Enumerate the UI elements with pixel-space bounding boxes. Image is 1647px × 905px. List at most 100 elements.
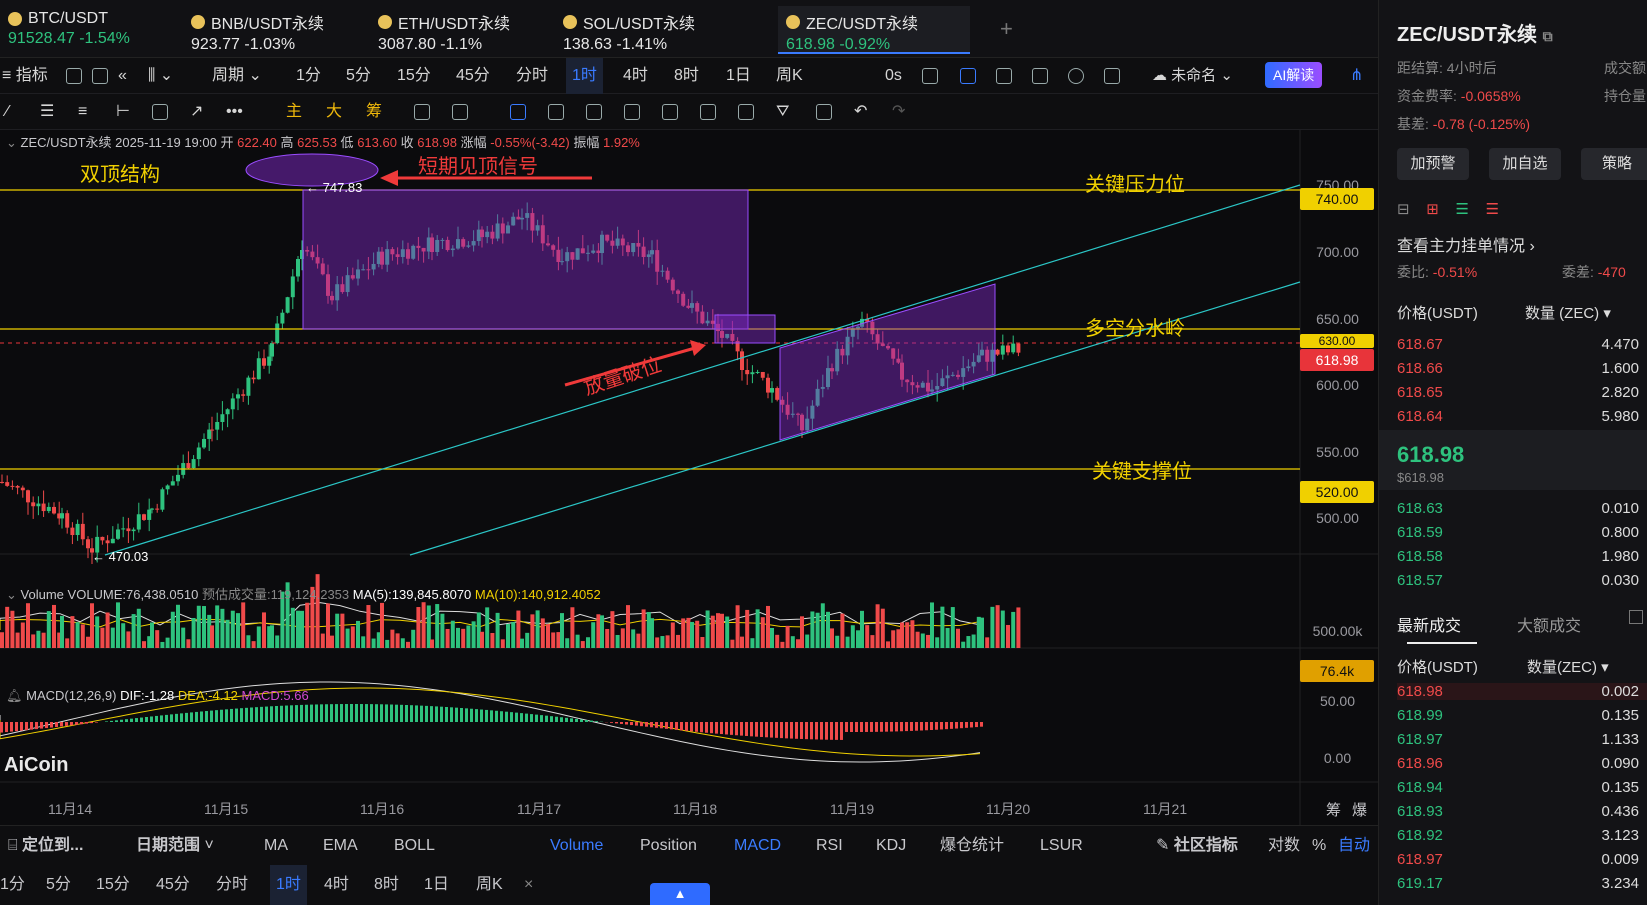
indicator-ema[interactable]: EMA [323,826,358,866]
camera-icon[interactable] [922,68,938,84]
percent-scale-toggle[interactable]: % [1312,826,1326,866]
grid-icon[interactable] [92,68,108,84]
bell-icon[interactable]: 🔔︎ [6,688,23,703]
book-split-icon[interactable]: ⊞ [1426,201,1439,218]
filter-icon[interactable]: ⛛ [776,94,789,130]
ai-interpret-button[interactable]: AI解读 [1265,62,1323,88]
layout-name-dropdown[interactable]: ☁ 未命名 ⌄ [1152,58,1233,94]
bid-row[interactable]: 618.63 0.010 [1397,500,1647,517]
ticker-tab-zec[interactable]: ZEC/USDT永续 618.98 -0.92% [778,6,970,54]
add-alert-button[interactable]: 加预警 [1397,148,1469,180]
line-tool-icon[interactable]: ⁄ [6,94,9,130]
bid-row[interactable]: 618.59 0.800 [1397,524,1647,541]
close-icon[interactable]: × [524,865,533,905]
interval-1d[interactable]: 1日 [424,865,449,905]
interval-5m[interactable]: 5分 [46,865,71,905]
indicator-kdj[interactable]: KDJ [876,826,906,866]
pen-icon[interactable] [960,68,976,84]
interval-1m[interactable]: 1分 [0,865,25,905]
arrow-tool-icon[interactable]: ↗ [190,94,203,130]
interval-4h[interactable]: 4时 [324,865,349,905]
trade-row[interactable]: 618.97 1.133 [1397,731,1647,748]
book-asks-icon[interactable]: ☰ [1486,201,1499,218]
interval-45m[interactable]: 45分 [156,865,190,905]
liquidation-toggle[interactable]: 爆 [1352,799,1367,820]
filter-checkbox[interactable] [1629,610,1643,624]
trades-qty-dropdown[interactable]: 数量(ZEC) ▾ [1527,656,1609,677]
log-scale-toggle[interactable]: 对数 [1268,826,1300,866]
magnet-icon[interactable] [624,104,640,120]
rewind-icon[interactable]: « [118,58,127,94]
interval-45m[interactable]: 45分 [456,58,490,94]
indicator-rsi[interactable]: RSI [816,826,843,866]
trade-row[interactable]: 618.96 0.090 [1397,755,1647,772]
link-icon[interactable] [738,104,754,120]
interval-1w[interactable]: 周K [476,865,503,905]
comment-icon[interactable] [996,68,1012,84]
interval-1m[interactable]: 1分 [296,58,321,94]
hide-icon[interactable] [700,104,716,120]
community-indicators-button[interactable]: ✎ 社区指标 [1156,826,1238,866]
period-dropdown[interactable]: 周期 ⌄ [212,58,262,94]
auto-scale-toggle[interactable]: 自动 [1338,826,1370,866]
redo-icon[interactable]: ↷ [892,94,905,130]
ruler-icon[interactable] [548,104,564,120]
interval-8h[interactable]: 8时 [674,58,699,94]
ticker-tab-sol[interactable]: SOL/USDT永续 138.63 -1.41% [555,6,703,54]
undo-icon[interactable]: ↶ [854,94,867,130]
qty-unit-dropdown[interactable]: 数量 (ZEC) ▾ [1525,302,1611,323]
interval-8h[interactable]: 8时 [374,865,399,905]
ask-row[interactable]: 618.64 5.980 [1397,408,1647,425]
indicator-lsur[interactable]: LSUR [1040,826,1083,866]
ask-row[interactable]: 618.65 2.820 [1397,384,1647,401]
interval-5m[interactable]: 5分 [346,58,371,94]
layout-icon[interactable] [66,68,82,84]
ask-row[interactable]: 618.66 1.600 [1397,360,1647,377]
interval-15m[interactable]: 15分 [397,58,431,94]
collapse-panel-icon[interactable]: ▲ [650,883,710,905]
chip-button[interactable]: 筹 [366,94,382,130]
interval-1d[interactable]: 1日 [726,58,751,94]
chip-toggle[interactable]: 筹 [1326,799,1341,820]
indicator-liquidation[interactable]: 爆仓统计 [940,826,1004,866]
trade-row[interactable]: 618.97 0.009 [1397,851,1647,868]
trash-icon[interactable] [816,104,832,120]
interval-1h[interactable]: 1时 [270,865,307,905]
strategy-button[interactable]: 策略 [1581,148,1647,180]
ask-row[interactable]: 618.67 4.470 [1397,336,1647,353]
more-tools-icon[interactable]: ••• [226,94,243,130]
indicator-position[interactable]: Position [640,826,697,866]
trade-row[interactable]: 618.92 3.123 [1397,827,1647,844]
bid-row[interactable]: 618.57 0.030 [1397,572,1647,589]
main-orders-link[interactable]: 查看主力挂单情况 › [1397,232,1647,256]
eraser-icon[interactable] [586,104,602,120]
rect-tool-icon[interactable] [152,104,168,120]
candle-type-icon[interactable]: ⫼ ⌄ [148,58,173,94]
book-both-icon[interactable]: ⊟ [1397,201,1410,218]
ticker-tab-btc[interactable]: BTC/USDT 91528.47 -1.54% [0,6,138,54]
locate-button[interactable]: ⌸ 定位到... [8,826,83,866]
fullscreen-icon[interactable] [1104,68,1120,84]
bid-row[interactable]: 618.58 1.980 [1397,548,1647,565]
list-icon[interactable] [1032,68,1048,84]
trade-row[interactable]: 618.93 0.436 [1397,803,1647,820]
trade-row[interactable]: 618.99 0.135 [1397,707,1647,724]
interval-timeline[interactable]: 分时 [516,58,548,94]
large-order-button[interactable]: 大 [326,94,342,130]
interval-4h[interactable]: 4时 [623,58,648,94]
interval-1h[interactable]: 1时 [566,58,603,94]
interval-timeline[interactable]: 分时 [216,865,248,905]
add-tab-icon[interactable]: + [1000,16,1013,42]
lock-icon[interactable] [662,104,678,120]
interval-1w[interactable]: 周K [776,58,803,94]
settings-icon[interactable] [1068,68,1084,84]
share-icon[interactable]: ⋔ [1350,58,1363,94]
trade-row[interactable]: 618.94 0.135 [1397,779,1647,796]
hline-tool-icon[interactable]: ☰ [40,94,54,130]
ray-tool-icon[interactable]: ⊢ [116,94,130,130]
indicators-button[interactable]: ≡ 指标 [2,58,48,94]
book-bids-icon[interactable]: ☰ [1456,201,1469,218]
trade-row[interactable]: 619.17 3.234 [1397,875,1647,892]
indicator-ma[interactable]: MA [264,826,288,866]
tab-large-trades[interactable]: 大额成交 [1517,612,1581,636]
